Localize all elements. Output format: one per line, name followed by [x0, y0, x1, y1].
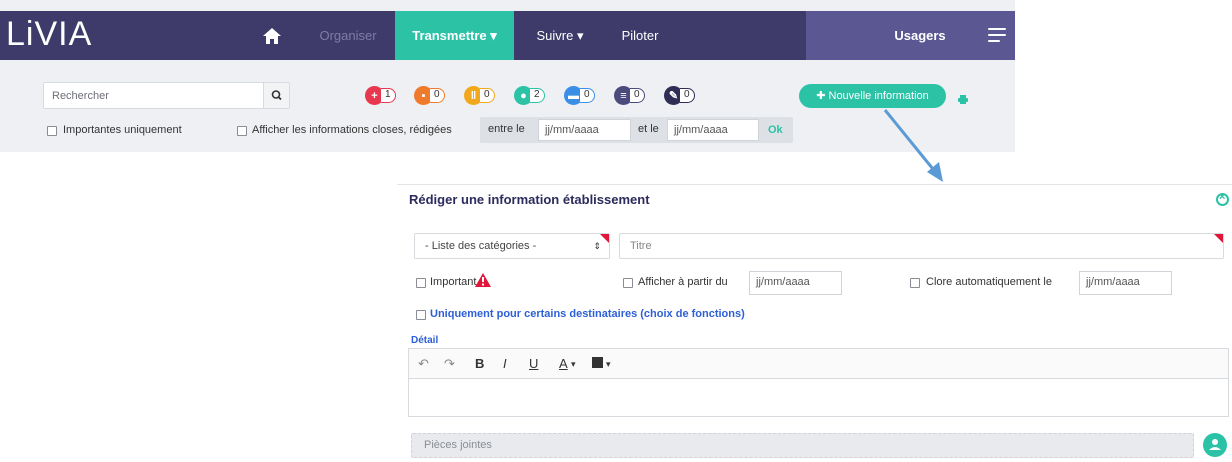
auto-close-date-input[interactable]: jj/mm/aaaa [1079, 271, 1172, 295]
nav-suivre[interactable]: Suivre ▾ [525, 11, 595, 60]
editor-toolbar: ↶ ↷ B I U A ▾ ▾ [409, 349, 1228, 379]
recipients-link[interactable]: Uniquement pour certains destinataires (… [430, 308, 745, 320]
ok-button[interactable]: Ok [768, 117, 786, 143]
chevron-down-icon[interactable]: ▾ [571, 359, 576, 370]
show-closed-checkbox[interactable] [237, 126, 247, 136]
menu-icon[interactable] [982, 11, 1012, 60]
title-placeholder: Titre [630, 240, 652, 252]
date-range-filter: entre le jj/mm/aaaa et le jj/mm/aaaa [480, 117, 793, 143]
category-count: 0 [580, 88, 595, 103]
undo-icon[interactable]: ↶ [418, 356, 429, 372]
upload-icon[interactable] [1203, 433, 1227, 457]
category-count: 1 [381, 88, 396, 103]
search-icon[interactable] [263, 83, 289, 108]
search-box [43, 82, 290, 109]
important-label: Important [430, 276, 477, 288]
detail-label: Détail [411, 335, 439, 346]
write-information-modal: Rédiger une information établissement - … [397, 184, 1232, 458]
category-count: 0 [630, 88, 645, 103]
app-screen: LiVIA Organiser Transmettre ▾ Suivre ▾ P… [0, 0, 1015, 152]
category-select[interactable]: - Liste des catégories - ⇕ [414, 233, 610, 259]
warning-icon [475, 273, 491, 287]
category-count: 0 [430, 88, 445, 103]
underline-button[interactable]: U [529, 356, 538, 371]
logo[interactable]: LiVIA [6, 15, 92, 54]
category-filter-medical[interactable]: + 1 [365, 86, 396, 105]
show-closed-label: Afficher les informations closes, rédigé… [252, 124, 452, 136]
recipients-checkbox[interactable] [416, 310, 426, 320]
show-from-checkbox[interactable] [623, 278, 633, 288]
top-navbar: LiVIA Organiser Transmettre ▾ Suivre ▾ P… [0, 11, 1015, 60]
close-icon[interactable] [1216, 191, 1229, 206]
category-count: 0 [680, 88, 695, 103]
category-filter-bed[interactable]: ▬ 0 [564, 86, 595, 105]
print-icon[interactable] [958, 91, 968, 104]
and-label: et le [638, 123, 659, 135]
home-icon[interactable] [258, 11, 286, 60]
plus-icon: ✚ [816, 90, 829, 102]
auto-close-label: Clore automatiquement le [926, 276, 1052, 288]
text-color-button[interactable]: A [559, 356, 568, 371]
required-flag-icon [1214, 234, 1223, 243]
show-from-date-input[interactable]: jj/mm/aaaa [749, 271, 842, 295]
between-label: entre le [488, 123, 525, 135]
end-date-input[interactable]: jj/mm/aaaa [667, 119, 759, 141]
italic-button[interactable]: I [503, 356, 507, 371]
detail-editor: ↶ ↷ B I U A ▾ ▾ [408, 348, 1229, 417]
search-input[interactable] [44, 83, 264, 108]
category-count: 2 [530, 88, 545, 103]
category-filter-document[interactable]: ≡ 0 [614, 86, 645, 105]
nav-usagers[interactable]: Usagers [880, 11, 960, 60]
important-only-label: Importantes uniquement [63, 124, 182, 136]
modal-title: Rédiger une information établissement [409, 192, 650, 207]
attachments-dropzone[interactable]: Pièces jointes [411, 433, 1194, 458]
category-select-value: - Liste des catégories - [425, 240, 537, 252]
category-filter-group[interactable]: ● 2 [514, 86, 545, 105]
nav-piloter[interactable]: Piloter [610, 11, 670, 60]
nav-transmettre[interactable]: Transmettre ▾ [395, 11, 514, 60]
start-date-input[interactable]: jj/mm/aaaa [538, 119, 631, 141]
category-filter-meal[interactable]: ▪ 0 [414, 86, 445, 105]
category-filter-tools[interactable]: ✎ 0 [664, 86, 695, 105]
title-input[interactable]: Titre [619, 233, 1224, 259]
important-checkbox[interactable] [416, 278, 426, 288]
highlight-color-icon[interactable] [592, 357, 603, 368]
important-only-checkbox[interactable] [47, 126, 57, 136]
auto-close-checkbox[interactable] [910, 278, 920, 288]
show-from-label: Afficher à partir du [638, 276, 728, 288]
category-count: 0 [480, 88, 495, 103]
nav-organiser[interactable]: Organiser [310, 11, 386, 60]
chevron-down-icon[interactable]: ▾ [606, 359, 611, 370]
category-filter-cutlery[interactable]: ‖ 0 [464, 86, 495, 105]
redo-icon[interactable]: ↷ [444, 356, 455, 372]
bold-button[interactable]: B [475, 356, 484, 371]
required-flag-icon [600, 234, 609, 243]
annotation-arrow [883, 109, 943, 182]
detail-text-area[interactable] [409, 380, 1228, 416]
